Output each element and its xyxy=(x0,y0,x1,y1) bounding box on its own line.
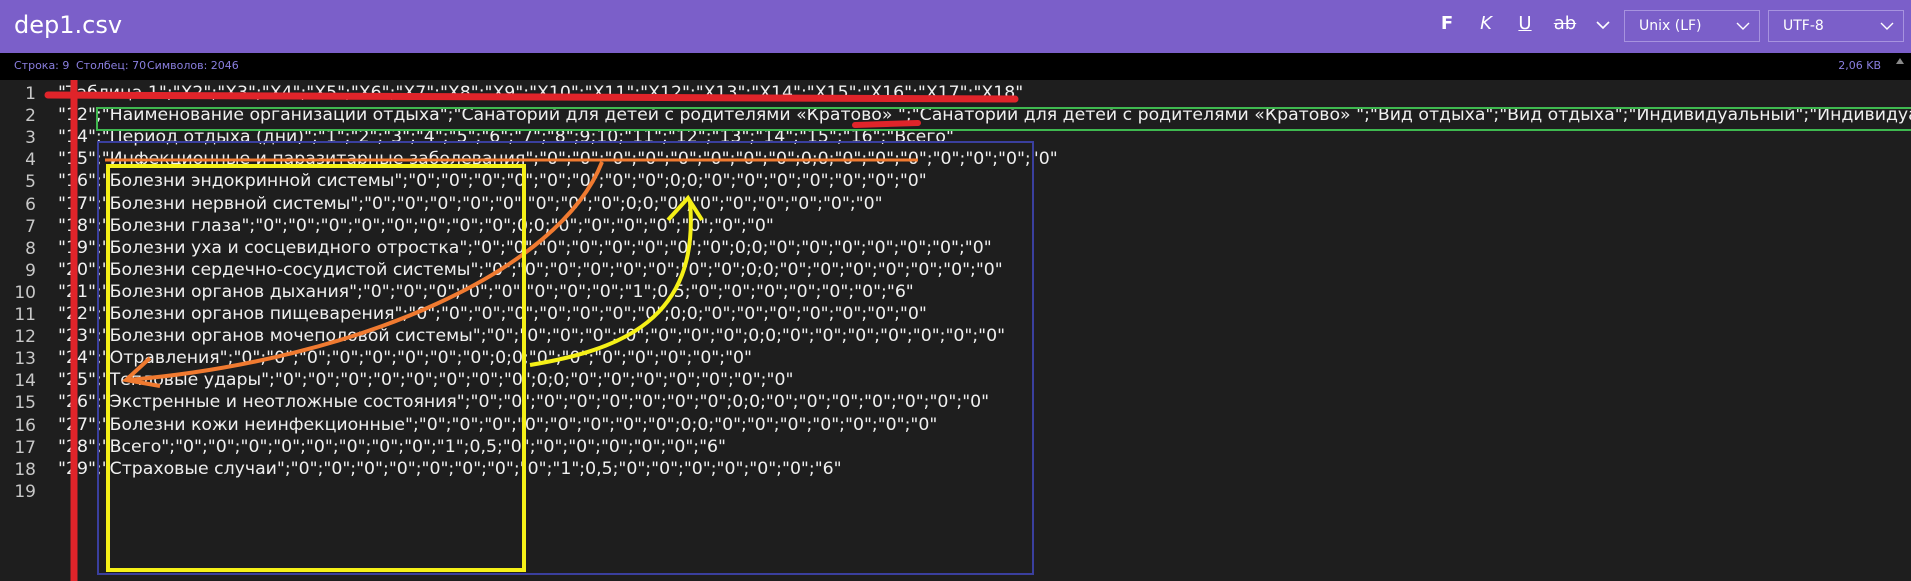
red-strike-line xyxy=(44,91,1019,103)
italic-button[interactable]: K xyxy=(1473,13,1499,34)
yellow-highlight-box xyxy=(106,164,526,572)
line-ending-select[interactable]: Unix (LF) xyxy=(1624,10,1760,42)
chevron-down-icon xyxy=(1880,22,1894,30)
chevron-down-icon xyxy=(1736,22,1750,30)
line-ending-value: Unix (LF) xyxy=(1639,18,1702,34)
chevron-down-icon xyxy=(1596,21,1610,30)
green-highlight-box xyxy=(96,107,1911,131)
scroll-up-icon[interactable] xyxy=(1895,57,1905,65)
text-editor[interactable]: 1 2 3 4 5 6 7 8 9 10 11 12 13 14 15 16 17 18 19 "Таблица.1… xyxy=(0,80,1911,581)
title-bar: dep1.csv F K U ab Unix (LF) UTF-8 xyxy=(0,0,1911,53)
annotation-overlay xyxy=(44,80,1911,581)
bold-button[interactable]: F xyxy=(1434,13,1460,34)
status-column: Столбец: 70 xyxy=(76,59,147,72)
red-total-mark xyxy=(852,120,921,128)
yellow-arrowhead xyxy=(666,194,704,222)
encoding-select[interactable]: UTF-8 xyxy=(1768,10,1904,42)
encoding-value: UTF-8 xyxy=(1783,18,1824,34)
orange-arrow xyxy=(127,161,604,382)
status-line: Строка: 9 xyxy=(14,59,70,72)
more-format-button[interactable] xyxy=(1590,15,1616,36)
file-size: 2,06 KB xyxy=(1838,59,1881,72)
status-chars: Символов: 2046 xyxy=(147,59,239,72)
strikethrough-button[interactable]: ab xyxy=(1548,13,1582,34)
underline-button[interactable]: U xyxy=(1512,13,1538,34)
status-bar: Строка: 9 Столбец: 70 Символов: 2046 2,0… xyxy=(0,53,1911,80)
orange-arrowhead xyxy=(121,356,161,388)
window-title: dep1.csv xyxy=(14,11,123,39)
